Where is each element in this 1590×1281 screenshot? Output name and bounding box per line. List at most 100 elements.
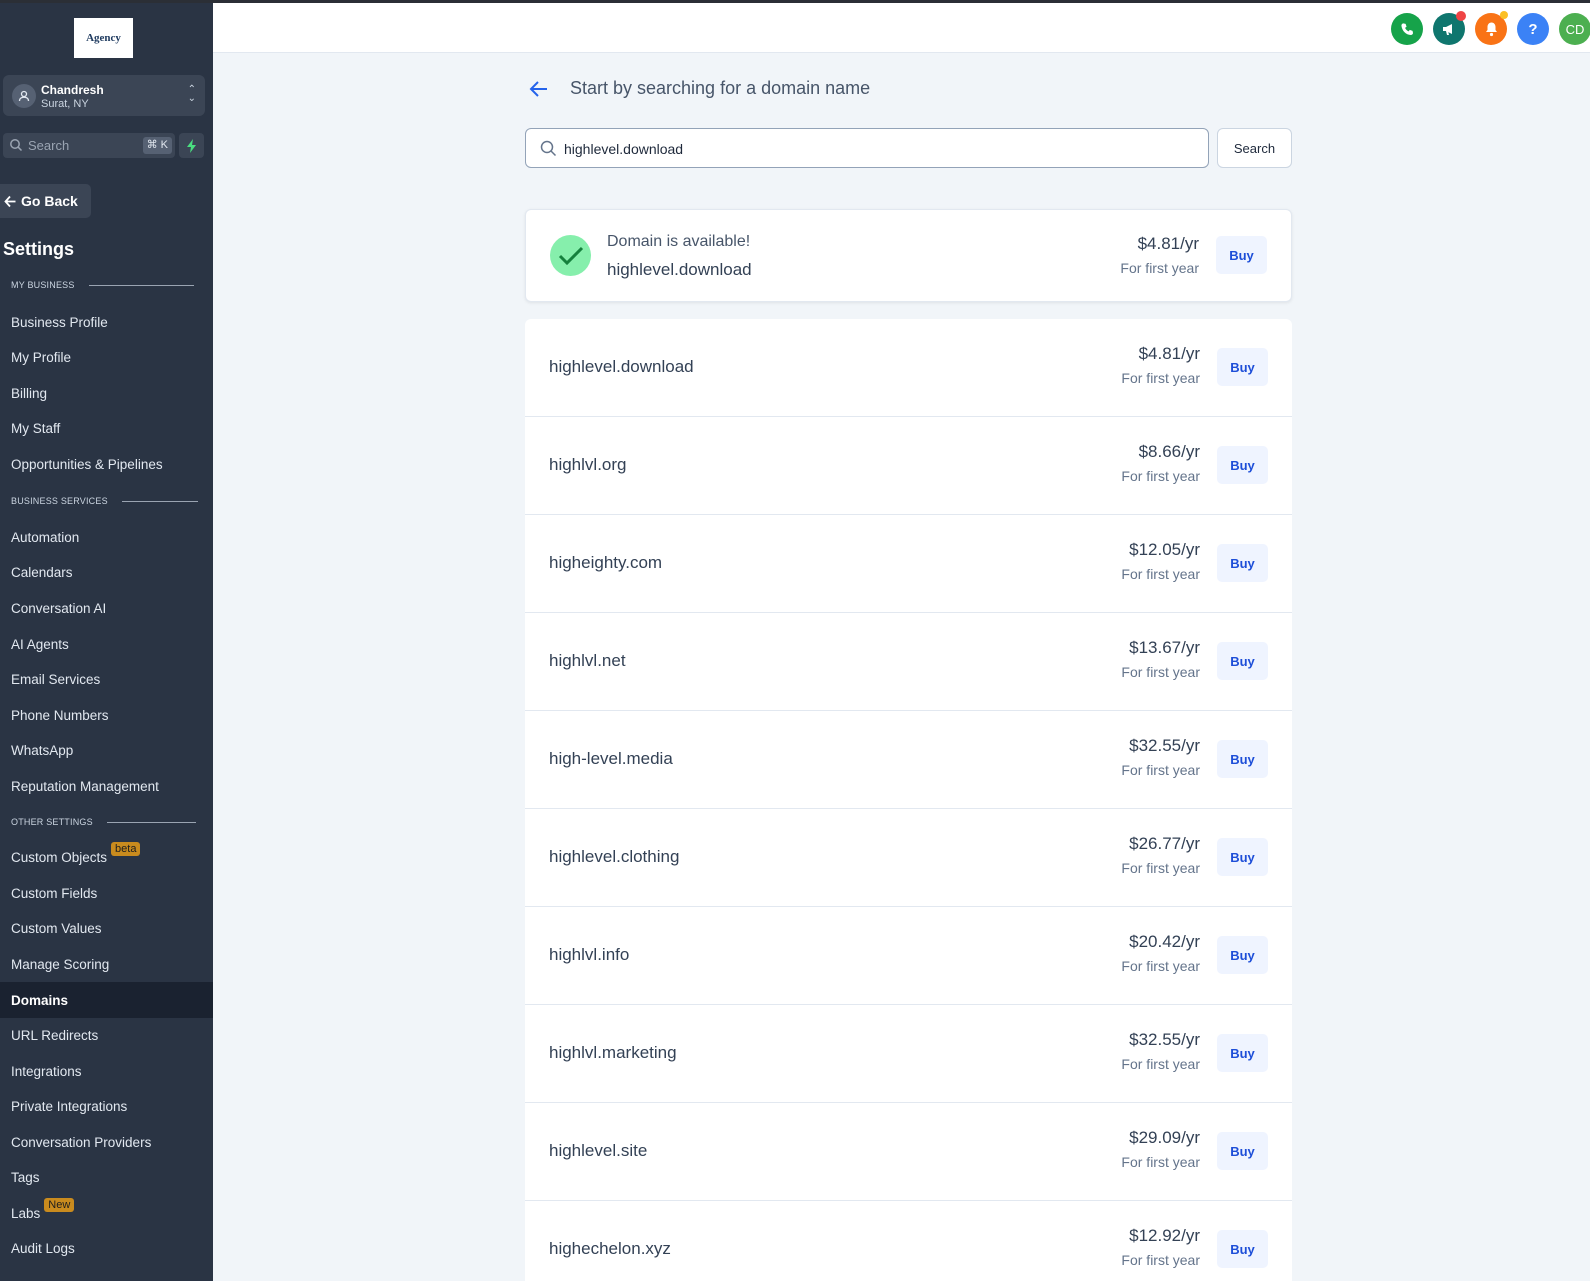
domain-name: highlevel.clothing	[549, 847, 680, 866]
sidebar-item-custom-values[interactable]: Custom Values	[0, 910, 213, 946]
go-back-label: Go Back	[21, 193, 78, 209]
buy-button[interactable]: Buy	[1217, 642, 1268, 680]
list-item: high-level.media $32.55/yr For first year…	[525, 711, 1292, 809]
go-back-button[interactable]: Go Back	[0, 184, 91, 218]
sidebar-item-private-integrations[interactable]: Private Integrations	[0, 1088, 213, 1124]
buy-button[interactable]: Buy	[1217, 1132, 1268, 1170]
sidebar-item-conversation-ai[interactable]: Conversation AI	[0, 590, 213, 626]
sidebar-item-custom-fields[interactable]: Custom Fields	[0, 875, 213, 911]
search-shortcut: ⌘ K	[142, 137, 172, 154]
sidebar-item-my-profile[interactable]: My Profile	[0, 339, 213, 375]
price-block: $26.77/yr For first year	[1121, 834, 1200, 876]
phone-button[interactable]	[1391, 13, 1423, 45]
sidebar-search[interactable]: Search ⌘ K	[3, 133, 175, 158]
sidebar-item-business-profile[interactable]: Business Profile	[0, 304, 213, 340]
price-note: For first year	[1121, 664, 1200, 680]
buy-button[interactable]: Buy	[1217, 348, 1268, 386]
sidebar-item-billing[interactable]: Billing	[0, 375, 213, 411]
account-location: Surat, NY	[41, 98, 89, 110]
chevron-updown-icon: ⌃ ⌄	[187, 84, 196, 104]
price-note: For first year	[1121, 1252, 1200, 1268]
buy-button[interactable]: Buy	[1217, 446, 1268, 484]
price-amount: $29.09/yr	[1129, 1128, 1200, 1147]
sidebar-item-url-redirects[interactable]: URL Redirects	[0, 1017, 213, 1053]
domain-search-field[interactable]	[525, 128, 1209, 168]
account-switcher[interactable]: Chandresh Surat, NY ⌃ ⌄	[3, 75, 205, 116]
section-business-services: BUSINESS SERVICES	[11, 496, 198, 506]
buy-button[interactable]: Buy	[1217, 838, 1268, 876]
quick-action-button[interactable]	[179, 133, 204, 158]
sidebar-item-conversation-providers[interactable]: Conversation Providers	[0, 1124, 213, 1160]
available-domain: highlevel.download	[607, 260, 752, 279]
agency-logo[interactable]: Agency	[74, 18, 133, 58]
price-note: For first year	[1121, 958, 1200, 974]
buy-button[interactable]: Buy	[1217, 1034, 1268, 1072]
availability-card: Domain is available! highlevel.download …	[525, 209, 1292, 302]
domain-search-input[interactable]	[564, 138, 1184, 160]
price-block: $4.81/yr For first year	[1120, 234, 1199, 276]
price-block: $29.09/yr For first year	[1121, 1128, 1200, 1170]
price-amount: $12.05/yr	[1129, 540, 1200, 559]
notifications-button[interactable]	[1475, 11, 1508, 45]
domain-name: highlvl.net	[549, 651, 626, 670]
domain-name: highlevel.download	[549, 357, 694, 376]
sidebar-item-tags[interactable]: Tags	[0, 1159, 213, 1195]
sidebar-item-audit-logs[interactable]: Audit Logs	[0, 1230, 213, 1266]
sidebar-item-integrations[interactable]: Integrations	[0, 1053, 213, 1089]
domain-name: highlvl.marketing	[549, 1043, 677, 1062]
buy-button[interactable]: Buy	[1216, 236, 1267, 274]
sidebar-item-calendars[interactable]: Calendars	[0, 554, 213, 590]
arrow-left-icon	[4, 195, 16, 207]
sidebar-item-ai-agents[interactable]: AI Agents	[0, 626, 213, 662]
sidebar-item-whatsapp[interactable]: WhatsApp	[0, 732, 213, 768]
help-button[interactable]: ?	[1517, 13, 1549, 45]
price-note: For first year	[1121, 1056, 1200, 1072]
location-icon	[12, 84, 36, 108]
list-item: highlvl.org $8.66/yr For first year Buy	[525, 417, 1292, 515]
list-item: highechelon.xyz $12.92/yr For first year …	[525, 1201, 1292, 1281]
list-item: higheighty.com $12.05/yr For first year B…	[525, 515, 1292, 613]
price-amount: $4.81/yr	[1137, 234, 1199, 253]
announcements-button[interactable]	[1433, 11, 1466, 45]
price-note: For first year	[1121, 370, 1200, 386]
buy-button[interactable]: Buy	[1217, 544, 1268, 582]
availability-status: Domain is available!	[607, 233, 751, 250]
back-arrow-icon[interactable]	[528, 78, 550, 100]
price-amount: $12.92/yr	[1129, 1226, 1200, 1245]
price-note: For first year	[1121, 1154, 1200, 1170]
sidebar-item-phone-numbers[interactable]: Phone Numbers	[0, 697, 213, 733]
list-item: highlvl.marketing $32.55/yr For first yea…	[525, 1005, 1292, 1103]
price-amount: $13.67/yr	[1129, 638, 1200, 657]
price-amount: $32.55/yr	[1129, 736, 1200, 755]
domain-name: highlvl.org	[549, 455, 627, 474]
sidebar-item-opportunities[interactable]: Opportunities & Pipelines	[0, 446, 213, 482]
user-avatar[interactable]: CD	[1559, 13, 1590, 45]
buy-button[interactable]: Buy	[1217, 740, 1268, 778]
price-block: $20.42/yr For first year	[1121, 932, 1200, 974]
sidebar-item-domains[interactable]: Domains	[0, 982, 213, 1018]
page-title: Start by searching for a domain name	[570, 78, 871, 98]
list-item: highlevel.site $29.09/yr For first year B…	[525, 1103, 1292, 1201]
search-button[interactable]: Search	[1217, 128, 1292, 168]
sidebar-item-labs[interactable]: Labs New	[0, 1195, 213, 1231]
bolt-icon	[186, 138, 196, 153]
list-item: highlvl.net $13.67/yr For first year Buy	[525, 613, 1292, 711]
sidebar-item-email-services[interactable]: Email Services	[0, 661, 213, 697]
sidebar-item-custom-objects[interactable]: Custom Objects beta	[0, 839, 213, 875]
search-icon	[10, 139, 23, 152]
price-block: $12.92/yr For first year	[1121, 1226, 1200, 1268]
sidebar-item-manage-scoring[interactable]: Manage Scoring	[0, 946, 213, 982]
sidebar-item-automation[interactable]: Automation	[0, 519, 213, 555]
buy-button[interactable]: Buy	[1217, 936, 1268, 974]
search-icon	[540, 140, 557, 157]
sidebar-item-reputation-management[interactable]: Reputation Management	[0, 768, 213, 804]
buy-button[interactable]: Buy	[1217, 1230, 1268, 1268]
alert-dot	[1500, 11, 1508, 19]
sidebar: Agency Chandresh Surat, NY ⌃ ⌄ Search ⌘ K…	[0, 0, 213, 1281]
list-item: highlvl.info $20.42/yr For first year Buy	[525, 907, 1292, 1005]
account-name: Chandresh	[41, 83, 104, 97]
logo-text: Agency	[86, 32, 121, 44]
sidebar-item-my-staff[interactable]: My Staff	[0, 410, 213, 446]
help-icon: ?	[1528, 20, 1538, 38]
price-note: For first year	[1121, 566, 1200, 582]
